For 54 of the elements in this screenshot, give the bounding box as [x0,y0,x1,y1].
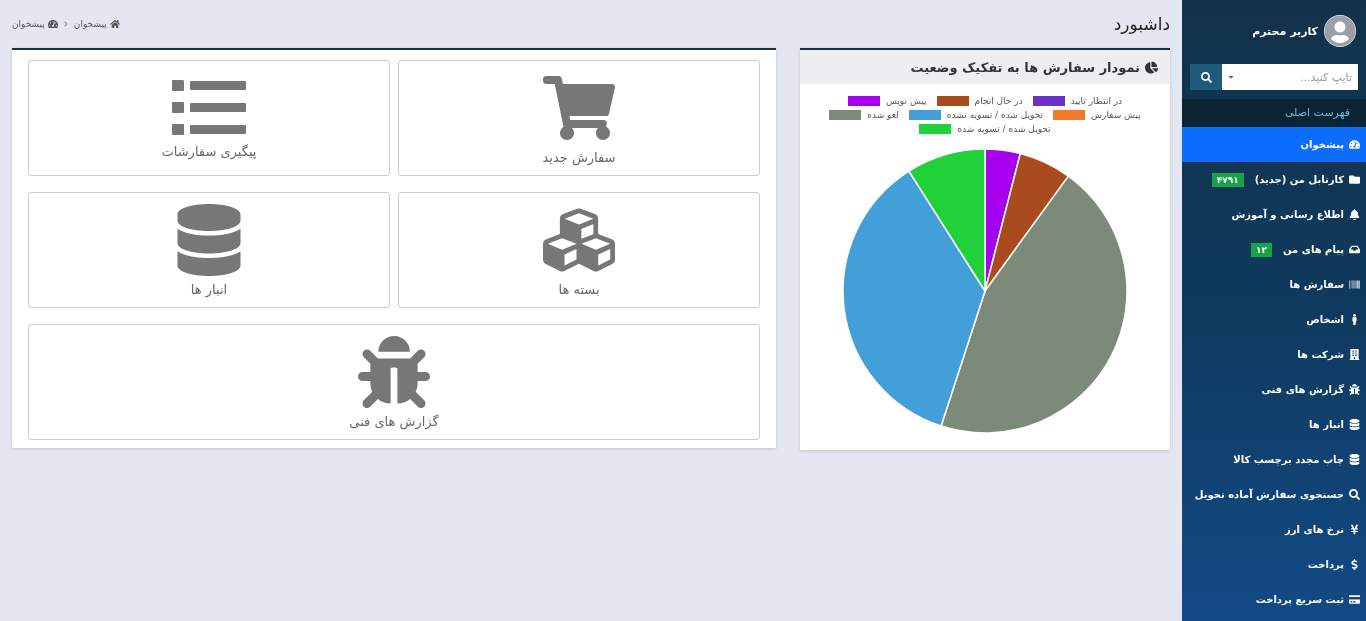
menu-item[interactable]: نرخ های ارز [1182,512,1366,547]
count-badge: ۱۲ [1251,242,1273,257]
menu-item[interactable]: اشخاص [1182,302,1366,337]
menu-label: چاپ مجدد برچسب کالا [1233,454,1344,465]
menu-label: پیشخوان [1300,139,1344,150]
count-badge: ۴۷۹۱ [1211,172,1244,187]
menu-label: شرکت ها [1297,349,1344,360]
menu-label: ثبت سریع پرداخت [1255,594,1344,605]
legend-label: پیش نویس [885,96,927,106]
menu-item[interactable]: کارتابل من (جدید) ۴۷۹۱ [1182,162,1366,197]
tile-label: بسته ها [558,281,600,297]
legend-label: در انتظار تایید [1070,96,1123,106]
menu-item[interactable]: اطلاع رسانی و آموزش [1182,197,1366,232]
shortcut-tile[interactable]: سفارش جدید [398,60,760,176]
shortcut-tile[interactable]: بسته ها [398,192,760,308]
page-title: داشبورد [1113,14,1170,34]
menu-label: انبار ها [1309,419,1344,430]
menu-label: اطلاع رسانی و آموزش [1231,209,1344,220]
menu-label: پرداخت [1307,559,1344,570]
menu-label: کارتابل من (جدید) [1254,174,1344,185]
tile-label: گزارش های فنی [349,413,439,429]
legend-label: در حال انجام [974,96,1023,106]
menu-item[interactable]: پرداخت [1182,547,1366,582]
chart-title: نمودار سفارش ها به تفکیک وضعیت [910,59,1140,75]
menu-item[interactable]: پیشخوان [1182,127,1366,162]
breadcrumb-link[interactable]: پیشخوان [12,19,58,29]
menu-label: جستجوی سفارش آماده تحویل [1194,489,1344,500]
shortcut-tile[interactable]: پیگیری سفارشات [28,60,390,176]
menu-label: نرخ های ارز [1285,524,1344,535]
menu-item[interactable]: پیام های من ۱۲ [1182,232,1366,267]
menu-item[interactable]: چاپ مجدد برچسب کالا [1182,442,1366,477]
menu-header: فهرست اصلی [1182,99,1366,127]
menu-label: سفارش ها [1289,279,1344,290]
tile-label: پیگیری سفارشات [161,143,257,159]
menu-label: گزارش های فنی [1261,384,1344,395]
menu-item[interactable]: شرکت ها [1182,337,1366,372]
legend-label: تحویل شده / تسویه شده [957,124,1051,134]
tile-label: سفارش جدید [542,149,616,165]
tile-label: انبار ها [190,281,228,297]
legend-label: تحویل شده / تسویه نشده [946,110,1044,120]
menu-label: اشخاص [1306,314,1344,325]
menu-item[interactable]: جستجوی سفارش آماده تحویل [1182,477,1366,512]
menu-item[interactable]: ثبت سریع پرداخت [1182,582,1366,617]
menu-item[interactable]: انبار ها [1182,407,1366,442]
menu-item[interactable]: سفارش ها [1182,267,1366,302]
user-name: کاربر محترم [1252,24,1318,38]
legend-label: پیش سفارش [1091,110,1141,120]
legend-label: لغو شده [867,110,899,120]
shortcut-tile[interactable]: گزارش های فنی [28,324,760,440]
menu-item[interactable]: گزارش های فنی [1182,372,1366,407]
search-field[interactable]: تایپ کنید... [1240,64,1358,90]
menu-label: پیام های من [1283,244,1344,255]
breadcrumb-link[interactable]: پیشخوان [73,19,120,29]
shortcut-tile[interactable]: انبار ها [28,192,390,308]
